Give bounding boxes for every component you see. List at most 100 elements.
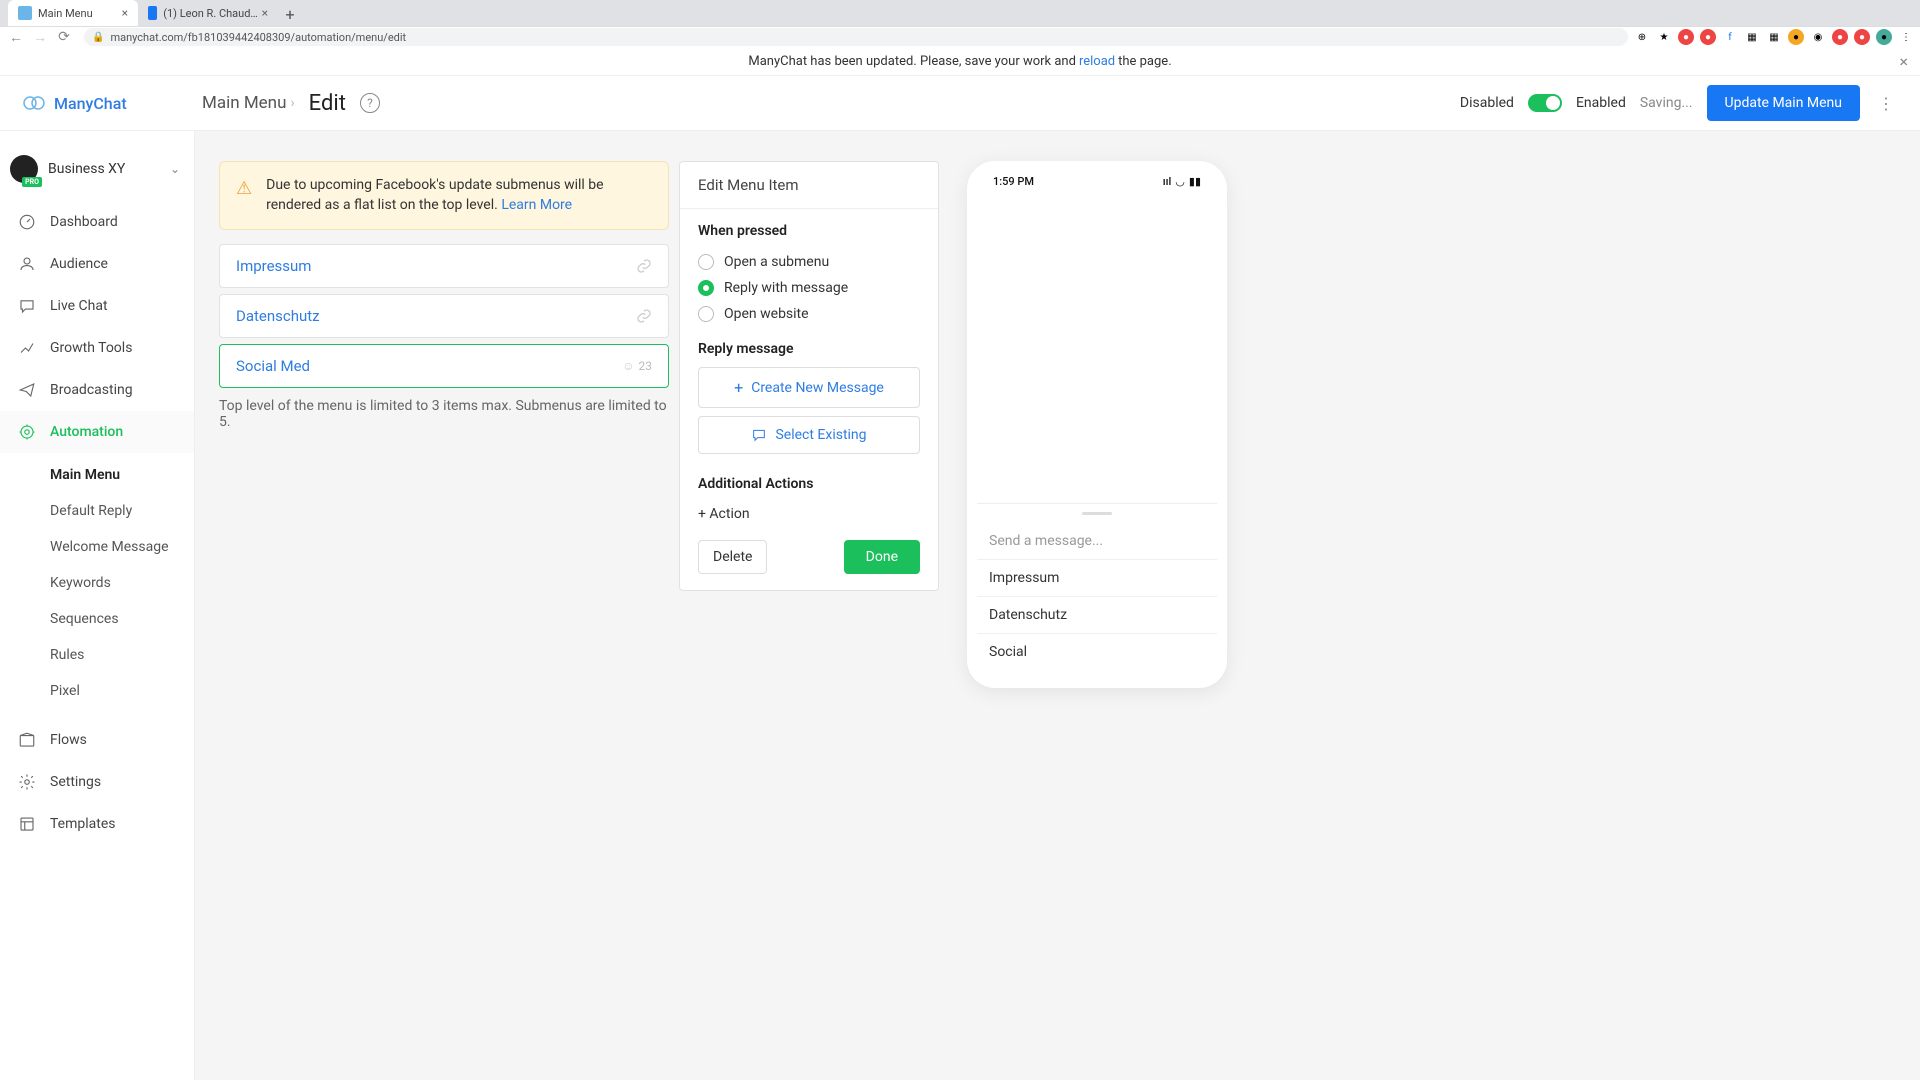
- limit-hint: Top level of the menu is limited to 3 it…: [219, 398, 669, 430]
- enable-toggle[interactable]: [1528, 94, 1562, 112]
- reload-icon[interactable]: ⟳: [54, 27, 74, 47]
- phone-preview-column: 1:59 PM ııl ◡ ▮▮ Send a message... Impre…: [967, 161, 1227, 688]
- link-icon: [636, 258, 652, 274]
- manychat-logo-icon: [22, 91, 46, 115]
- button-label: Select Existing: [775, 427, 866, 443]
- close-icon[interactable]: ×: [262, 6, 268, 20]
- when-pressed-label: When pressed: [698, 223, 920, 239]
- radio-icon: [698, 280, 714, 296]
- panel-title: Edit Menu Item: [680, 162, 938, 209]
- extension-icon[interactable]: ▦: [1744, 29, 1760, 45]
- sidebar: PRO Business XY ⌄ Dashboard Audience Liv…: [0, 131, 195, 1080]
- close-icon[interactable]: ×: [1899, 52, 1908, 71]
- drag-handle-icon[interactable]: [1082, 512, 1112, 515]
- sidebar-item-label: Live Chat: [50, 298, 108, 314]
- subnav-default-reply[interactable]: Default Reply: [50, 493, 194, 529]
- menu-item-editing[interactable]: ☺ 23: [219, 344, 669, 388]
- radio-open-submenu[interactable]: Open a submenu: [698, 249, 920, 275]
- extension-icon[interactable]: ◉: [1810, 29, 1826, 45]
- sidebar-item-dashboard[interactable]: Dashboard: [0, 201, 194, 243]
- phone-preview: 1:59 PM ııl ◡ ▮▮ Send a message... Impre…: [967, 161, 1227, 688]
- radio-open-website[interactable]: Open website: [698, 301, 920, 327]
- smile-icon[interactable]: ☺: [622, 359, 634, 373]
- delete-button[interactable]: Delete: [698, 540, 767, 574]
- subnav-welcome[interactable]: Welcome Message: [50, 529, 194, 565]
- breadcrumb-root[interactable]: Main Menu: [202, 93, 286, 113]
- sidebar-item-label: Automation: [50, 424, 123, 440]
- menu-icon[interactable]: ⋮: [1898, 29, 1914, 45]
- learn-more-link[interactable]: Learn More: [501, 197, 572, 213]
- menu-item[interactable]: Datenschutz: [219, 294, 669, 338]
- tab-bar: Main Menu × (1) Leon R. Chaudhari | Face…: [0, 0, 1920, 26]
- disabled-label: Disabled: [1460, 95, 1514, 111]
- tab-title: (1) Leon R. Chaudhari | Facebo: [163, 7, 261, 20]
- app-header: ManyChat Main Menu › Edit ? Disabled Ena…: [0, 76, 1920, 131]
- gear-icon: [18, 773, 36, 791]
- main-area: ⚠ Due to upcoming Facebook's update subm…: [195, 131, 1920, 1080]
- logo-section[interactable]: ManyChat: [22, 91, 202, 115]
- new-tab-button[interactable]: +: [278, 2, 302, 26]
- kebab-menu-icon[interactable]: ⋮: [1874, 94, 1898, 113]
- automation-submenu: Main Menu Default Reply Welcome Message …: [0, 453, 194, 719]
- audience-icon: [18, 255, 36, 273]
- extension-icon[interactable]: f: [1722, 29, 1738, 45]
- char-counter: ☺ 23: [622, 359, 652, 373]
- chevron-down-icon: ⌄: [170, 162, 180, 176]
- sidebar-item-automation[interactable]: Automation: [0, 411, 194, 453]
- sidebar-item-templates[interactable]: Templates: [0, 803, 194, 845]
- update-main-menu-button[interactable]: Update Main Menu: [1707, 85, 1860, 121]
- radio-label: Open website: [724, 306, 809, 322]
- phone-menu-item[interactable]: Impressum: [977, 559, 1217, 596]
- select-existing-button[interactable]: Select Existing: [698, 416, 920, 454]
- business-name: Business XY: [48, 161, 170, 177]
- sidebar-item-settings[interactable]: Settings: [0, 761, 194, 803]
- extension-icon[interactable]: ▦: [1766, 29, 1782, 45]
- create-new-message-button[interactable]: + Create New Message: [698, 367, 920, 408]
- browser-tab[interactable]: (1) Leon R. Chaudhari | Facebo ×: [138, 0, 278, 26]
- reply-message-label: Reply message: [698, 341, 920, 357]
- business-selector[interactable]: PRO Business XY ⌄: [0, 149, 194, 201]
- extension-icon[interactable]: ★: [1656, 29, 1672, 45]
- forward-icon[interactable]: →: [30, 27, 50, 47]
- banner-text-pre: ManyChat has been updated. Please, save …: [748, 54, 1076, 69]
- menu-items-column: ⚠ Due to upcoming Facebook's update subm…: [219, 161, 669, 430]
- subnav-sequences[interactable]: Sequences: [50, 601, 194, 637]
- extension-icon[interactable]: ●: [1854, 29, 1870, 45]
- extension-icon[interactable]: ●: [1700, 29, 1716, 45]
- phone-menu-item[interactable]: Datenschutz: [977, 596, 1217, 633]
- subnav-rules[interactable]: Rules: [50, 637, 194, 673]
- sidebar-item-broadcasting[interactable]: Broadcasting: [0, 369, 194, 411]
- menu-item-input[interactable]: [236, 357, 616, 375]
- extension-icon[interactable]: ●: [1788, 29, 1804, 45]
- chat-icon: [18, 297, 36, 315]
- subnav-main-menu[interactable]: Main Menu: [50, 457, 194, 493]
- extension-icon[interactable]: ⊕: [1634, 29, 1650, 45]
- sidebar-item-audience[interactable]: Audience: [0, 243, 194, 285]
- favicon-icon: [148, 6, 157, 20]
- chat-icon: [751, 427, 767, 443]
- sidebar-item-growth[interactable]: Growth Tools: [0, 327, 194, 369]
- subnav-keywords[interactable]: Keywords: [50, 565, 194, 601]
- radio-reply-message[interactable]: Reply with message: [698, 275, 920, 301]
- sidebar-item-label: Growth Tools: [50, 340, 132, 356]
- extension-icon[interactable]: ●: [1832, 29, 1848, 45]
- avatar-icon[interactable]: ●: [1876, 29, 1892, 45]
- sidebar-item-flows[interactable]: Flows: [0, 719, 194, 761]
- browser-tab[interactable]: Main Menu ×: [8, 0, 138, 26]
- close-icon[interactable]: ×: [122, 6, 128, 20]
- menu-item[interactable]: Impressum: [219, 244, 669, 288]
- phone-message-input[interactable]: Send a message...: [977, 523, 1217, 559]
- subnav-pixel[interactable]: Pixel: [50, 673, 194, 709]
- add-action-button[interactable]: + Action: [698, 502, 920, 526]
- done-button[interactable]: Done: [844, 540, 920, 574]
- help-icon[interactable]: ?: [360, 93, 380, 113]
- flows-icon: [18, 731, 36, 749]
- tab-title: Main Menu: [38, 7, 93, 20]
- sidebar-item-livechat[interactable]: Live Chat: [0, 285, 194, 327]
- back-icon[interactable]: ←: [6, 27, 26, 47]
- update-banner: ManyChat has been updated. Please, save …: [0, 47, 1920, 76]
- extension-icon[interactable]: ●: [1678, 29, 1694, 45]
- banner-reload-link[interactable]: reload: [1079, 54, 1115, 69]
- phone-menu-item[interactable]: Social: [977, 633, 1217, 670]
- url-field[interactable]: 🔒 manychat.com/fb181039442408309/automat…: [84, 28, 1628, 46]
